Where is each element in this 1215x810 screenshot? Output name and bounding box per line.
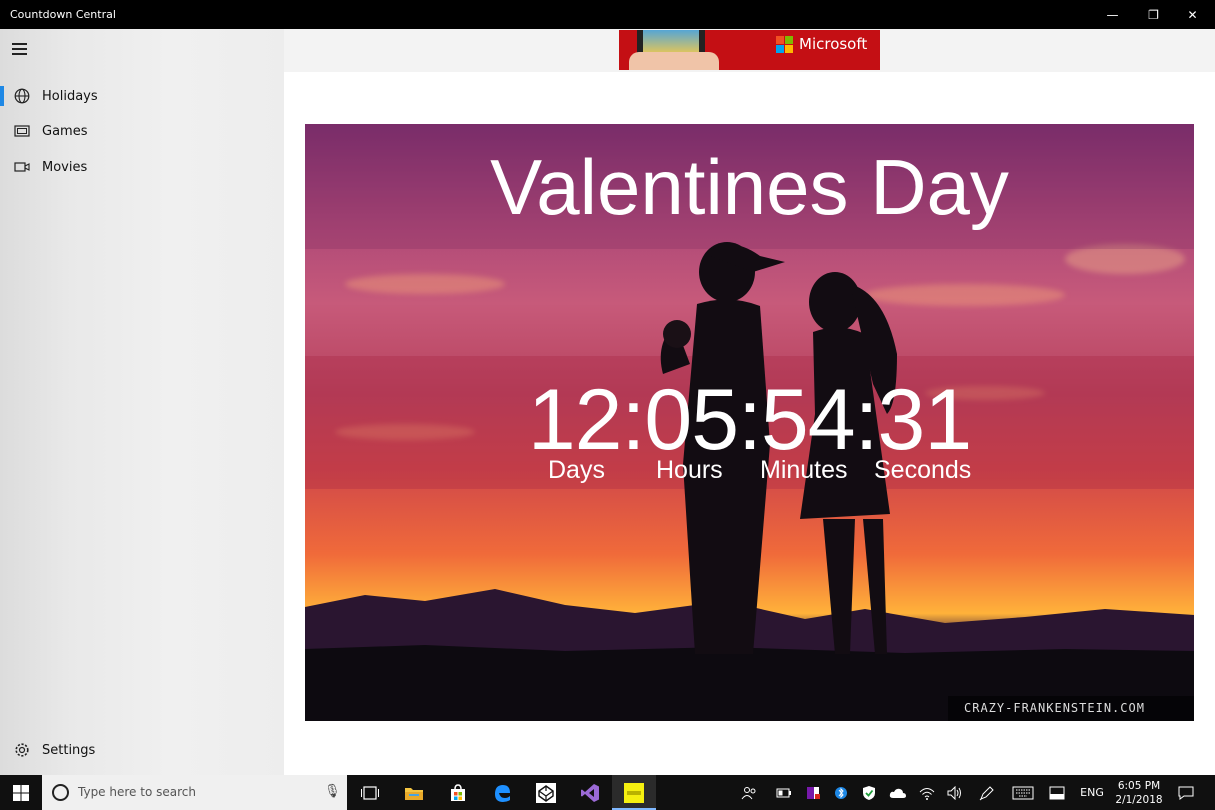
video-icon <box>13 158 31 176</box>
image-watermark: CRAZY-FRANKENSTEIN.COM <box>948 696 1194 721</box>
search-placeholder: Type here to search <box>78 785 196 799</box>
onedrive-icon[interactable] <box>886 775 910 810</box>
sidebar-item-label: Holidays <box>42 88 98 104</box>
pen-icon[interactable] <box>976 775 998 810</box>
taskbar-edge[interactable] <box>480 775 524 810</box>
battery-icon[interactable] <box>773 775 795 810</box>
hamburger-menu-button[interactable] <box>12 43 30 57</box>
advertisement-banner[interactable]: Microsoft <box>619 30 880 70</box>
cube-app-icon <box>536 782 556 803</box>
onenote-icon[interactable] <box>802 775 824 810</box>
clock-date: 2/1/2018 <box>1115 794 1163 806</box>
people-icon[interactable] <box>738 775 760 810</box>
ad-hand-image <box>629 52 719 70</box>
taskbar-file-explorer[interactable] <box>392 775 436 810</box>
holiday-title: Valentines Day <box>490 143 1009 231</box>
clock-time: 6:05 PM <box>1117 780 1161 792</box>
task-view-button[interactable] <box>348 775 392 810</box>
task-view-icon <box>361 785 379 800</box>
bluetooth-icon[interactable] <box>830 775 852 810</box>
countdown-card[interactable]: Valentines Day 12:05:54:31 Days Hours Mi… <box>305 124 1194 721</box>
close-button[interactable]: ✕ <box>1170 0 1215 29</box>
microphone-icon[interactable]: 🎙 <box>324 784 341 799</box>
ad-brand-text: Microsoft <box>799 35 868 53</box>
sidebar-item-label: Movies <box>42 159 88 175</box>
unit-seconds-label: Seconds <box>874 456 972 484</box>
settings-label: Settings <box>42 742 96 758</box>
unit-days-label: Days <box>548 456 605 484</box>
ad-bar: Microsoft <box>284 29 1215 72</box>
sidebar-item-movies[interactable]: Movies <box>0 150 284 184</box>
cortana-icon <box>52 784 69 801</box>
gear-icon <box>13 741 31 759</box>
minimize-button[interactable]: — <box>1090 0 1135 29</box>
tablet-mode-icon[interactable] <box>1046 775 1068 810</box>
close-icon: ✕ <box>1187 7 1198 22</box>
sidebar: Holidays Games Movies Settings <box>0 29 284 775</box>
folder-icon <box>405 787 423 800</box>
minimize-icon: — <box>1106 7 1119 22</box>
sidebar-item-holidays[interactable]: Holidays <box>0 79 284 113</box>
taskbar-clock[interactable]: 6:05 PM 2/1/2018 <box>1110 779 1168 807</box>
countdown-central-app-icon <box>624 782 644 803</box>
taskbar-visual-studio[interactable] <box>568 775 612 810</box>
taskbar-app-codepen[interactable] <box>524 775 568 810</box>
window-title: Countdown Central <box>10 8 116 21</box>
sidebar-item-label: Games <box>42 123 88 139</box>
language-label: ENG <box>1080 786 1104 799</box>
unit-hours-label: Hours <box>656 456 723 484</box>
notification-center-icon[interactable] <box>1172 775 1200 810</box>
sidebar-item-settings[interactable]: Settings <box>0 733 284 767</box>
input-language-indicator[interactable]: ENG <box>1078 775 1106 810</box>
start-button[interactable] <box>0 775 42 810</box>
defender-shield-icon[interactable] <box>858 775 880 810</box>
taskbar-countdown-central[interactable] <box>612 775 656 810</box>
windows-icon <box>13 784 29 801</box>
taskbar-store[interactable] <box>436 775 480 810</box>
microsoft-logo-icon <box>776 36 793 53</box>
main-content: Microsoft Valentines Day 12:05:54:31 Day… <box>284 29 1215 775</box>
visual-studio-icon <box>581 783 599 802</box>
sidebar-item-games[interactable]: Games <box>0 114 284 148</box>
title-bar: Countdown Central — ❐ ✕ <box>0 0 1215 29</box>
volume-icon[interactable] <box>944 775 966 810</box>
unit-minutes-label: Minutes <box>760 456 848 484</box>
edge-icon <box>495 784 510 802</box>
countdown-timer: 12:05:54:31 <box>527 372 972 468</box>
globe-icon <box>13 87 31 105</box>
restore-icon: ❐ <box>1148 7 1159 22</box>
taskbar-search-box[interactable]: Type here to search 🎙 <box>42 775 347 810</box>
store-icon <box>451 783 465 801</box>
games-icon <box>13 122 31 140</box>
touch-keyboard-icon[interactable] <box>1010 775 1036 810</box>
wifi-icon[interactable] <box>916 775 938 810</box>
taskbar: Type here to search 🎙 ENG 6:05 PM 2/1/20… <box>0 775 1215 810</box>
